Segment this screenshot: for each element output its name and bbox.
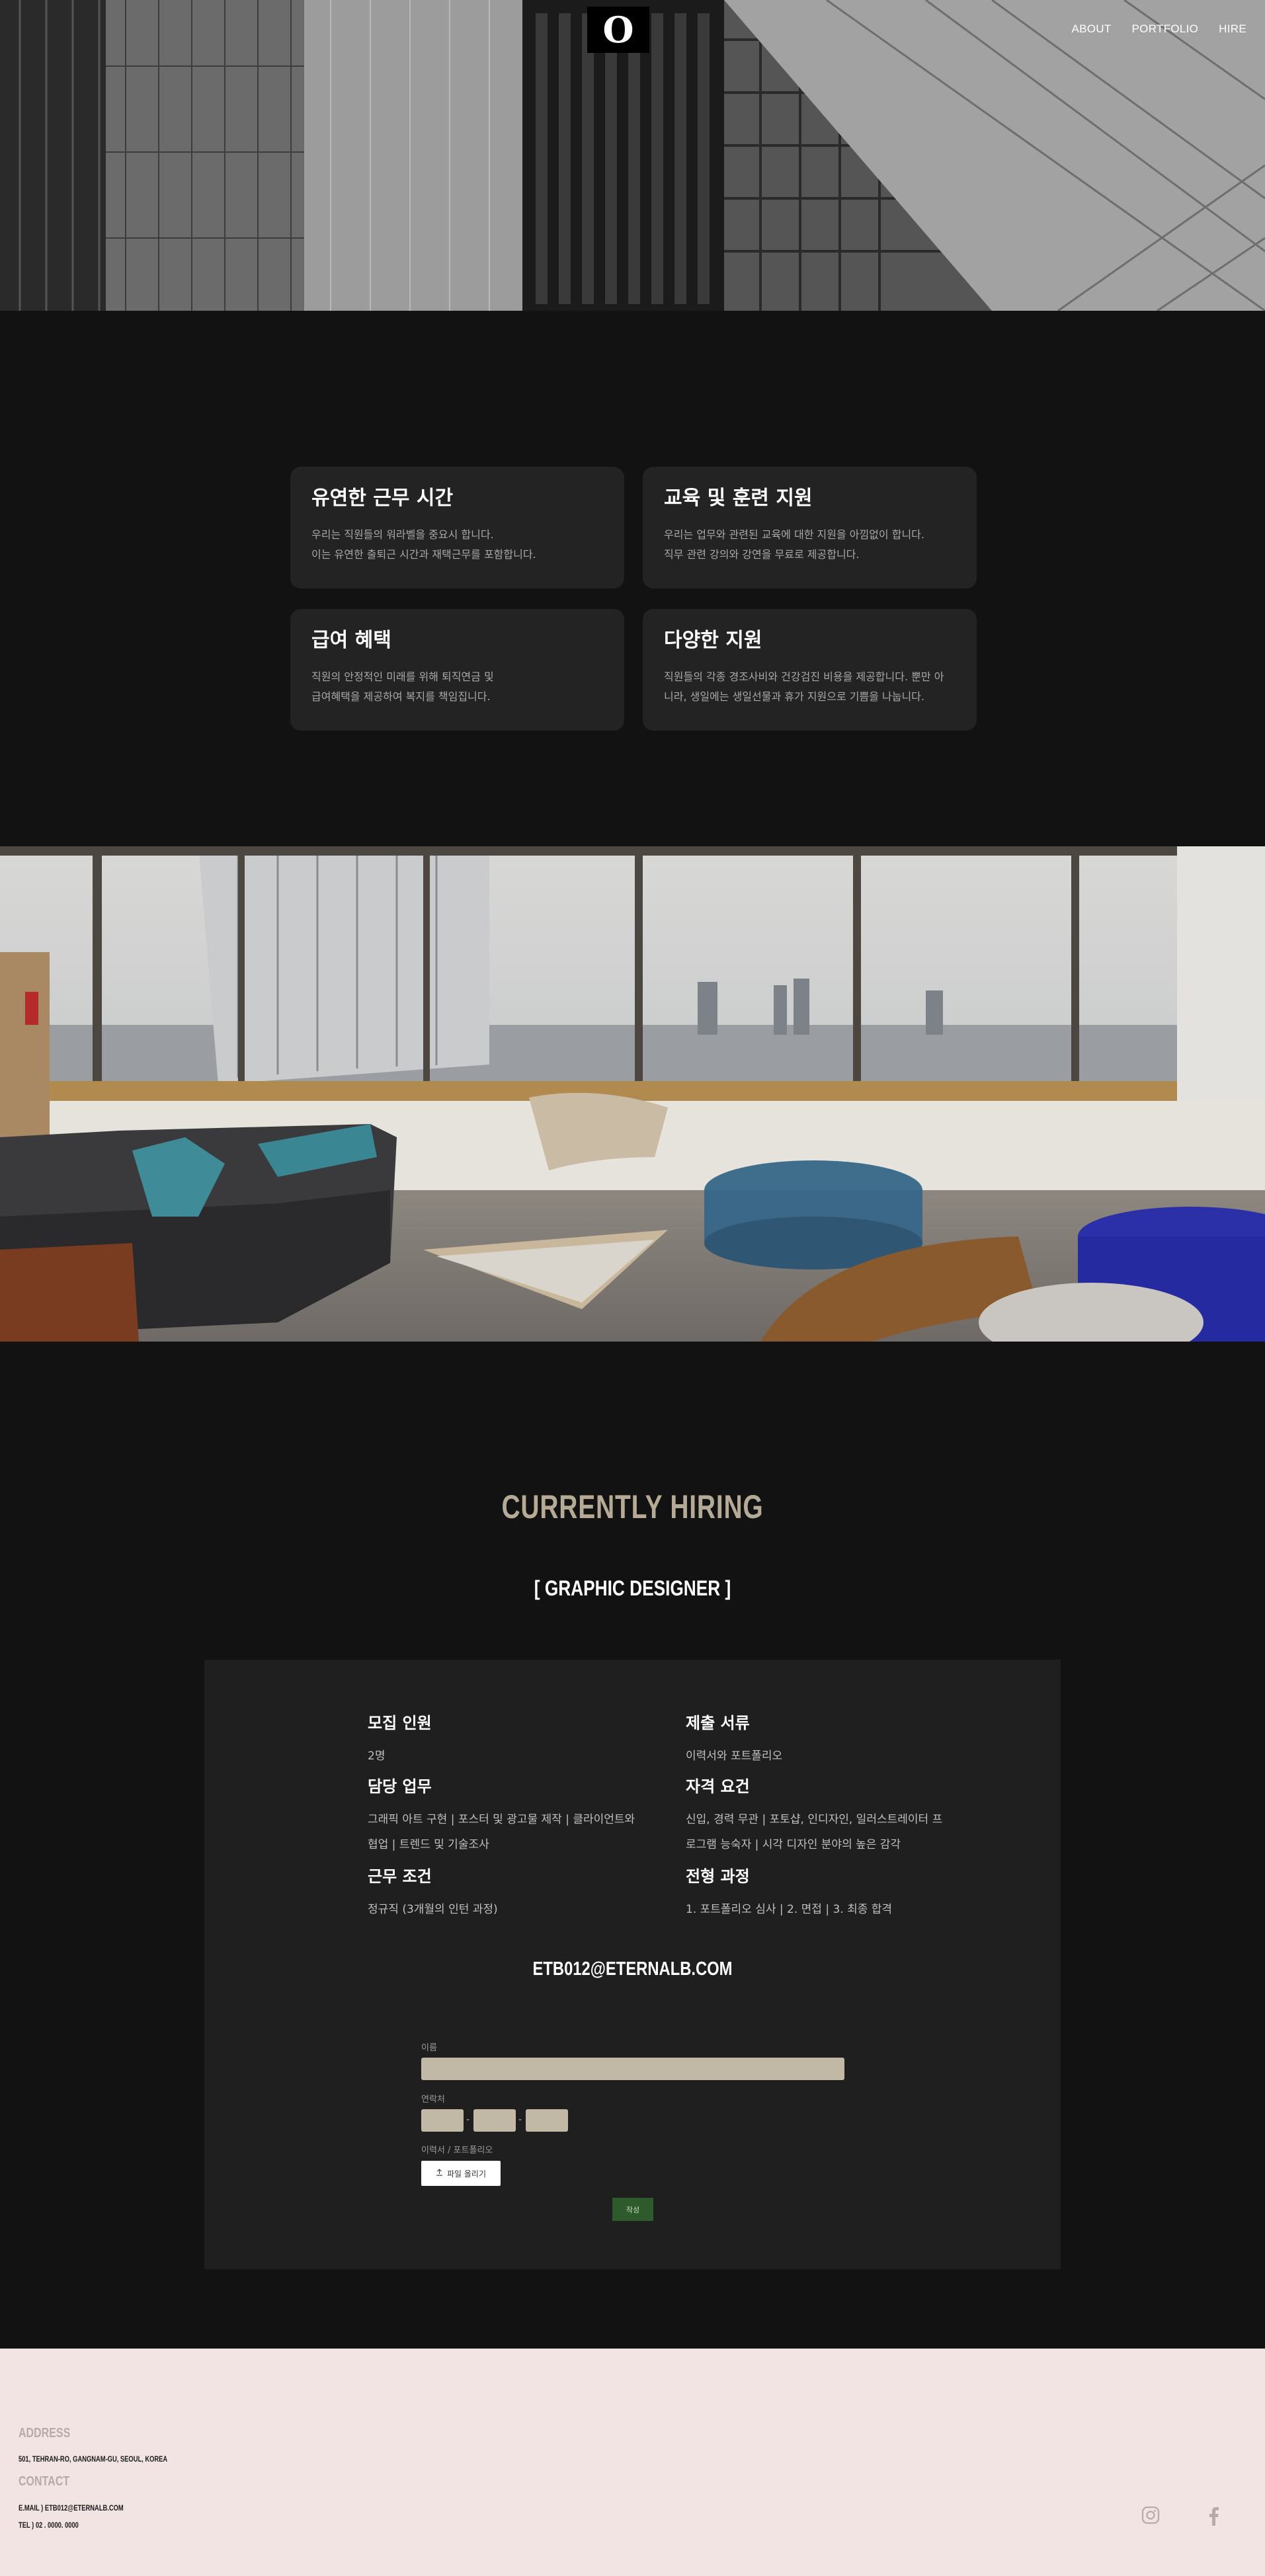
footer-email: E.MAIL ) ETB012@ETERNALB.COM — [19, 2503, 124, 2513]
benefit-card-support: 다양한 지원 직원들의 각종 경조사비와 건강검진 비용을 제공합니다. 뿐만 … — [643, 609, 977, 731]
upload-label: 파일 올리기 — [446, 2169, 486, 2179]
office-image — [0, 846, 1265, 1342]
benefit-title: 교육 및 훈련 지원 — [664, 487, 813, 510]
benefit-title: 유연한 근무 시간 — [311, 487, 454, 510]
info-title: 모집 인원 — [368, 1714, 432, 1732]
info-line: 1. 포트폴리오 심사 | 2. 면접 | 3. 최종 합격 — [686, 1903, 893, 1916]
phone-separator: - — [466, 2114, 470, 2125]
phone-input-1[interactable] — [421, 2109, 464, 2132]
footer-tel: TEL ) 02 . 0000. 0000 — [19, 2520, 79, 2530]
footer — [0, 2349, 1265, 2576]
name-label: 이름 — [421, 2043, 437, 2053]
upload-icon — [436, 2169, 443, 2178]
phone-separator: - — [518, 2114, 522, 2125]
benefit-title: 급여 혜택 — [311, 629, 391, 652]
phone-input-2[interactable] — [473, 2109, 516, 2132]
contact-heading: CONTACT — [19, 2474, 70, 2489]
info-title: 근무 조건 — [368, 1867, 432, 1886]
info-title: 담당 업무 — [368, 1777, 432, 1796]
info-line: 신입, 경력 무관 | 포토샵, 인디자인, 일러스트레이터 프 — [686, 1813, 943, 1826]
address-text: 501, TEHRAN-RO, GANGNAM-GU, SEOUL, KOREA — [19, 2454, 168, 2464]
benefit-line: 우리는 직원들의 워라벨을 중요시 합니다. — [311, 528, 494, 541]
info-process: 전형 과정 1. 포트폴리오 심사 | 2. 면접 | 3. 최종 합격 — [686, 1863, 990, 1922]
nav-about[interactable]: ABOUT — [1071, 22, 1111, 36]
file-label: 이력서 / 포트폴리오 — [421, 2146, 493, 2155]
contact-email[interactable]: ETB012@ETERNALB.COM — [114, 1958, 1151, 1980]
info-line: 이력서와 포트폴리오 — [686, 1750, 783, 1763]
info-line: 정규직 (3개월의 인턴 과정) — [368, 1903, 498, 1916]
info-recruits: 모집 인원 2명 — [368, 1710, 659, 1769]
phone-input-3[interactable] — [526, 2109, 568, 2132]
benefit-line: 직원의 안정적인 미래를 위해 퇴직연금 및 — [311, 670, 494, 683]
benefit-line: 직원들의 각종 경조사비와 건강검진 비용을 제공합니다. 뿐만 아 — [664, 670, 944, 683]
phone-label: 연락처 — [421, 2095, 445, 2105]
brand-logo[interactable]: O — [587, 7, 649, 53]
office-illustration — [0, 846, 1265, 1342]
info-duties: 담당 업무 그래픽 아트 구현 | 포스터 및 광고물 제작 | 클라이언트와 … — [368, 1773, 672, 1857]
instagram-icon[interactable] — [1141, 2506, 1160, 2527]
info-line: 로그램 능숙자 | 시각 디자인 분야의 높은 감각 — [686, 1838, 901, 1851]
benefit-line: 우리는 업무와 관련된 교육에 대한 지원을 아낌없이 합니다. — [664, 528, 924, 541]
info-line: 그래픽 아트 구현 | 포스터 및 광고물 제작 | 클라이언트와 — [368, 1813, 635, 1826]
nav-portfolio[interactable]: PORTFOLIO — [1132, 22, 1199, 36]
name-input[interactable] — [421, 2058, 844, 2080]
info-title: 제출 서류 — [686, 1714, 750, 1732]
benefit-title: 다양한 지원 — [664, 629, 762, 652]
info-line: 2명 — [368, 1750, 386, 1763]
info-documents: 제출 서류 이력서와 포트폴리오 — [686, 1710, 977, 1769]
benefit-line: 직무 관련 강의와 강연을 무료로 제공합니다. — [664, 548, 860, 561]
benefit-line: 니라, 생일에는 생일선물과 휴가 지원으로 기쁨을 나눕니다. — [664, 690, 924, 703]
benefit-line: 급여혜택을 제공하여 복지를 책임집니다. — [311, 690, 491, 703]
address-heading: ADDRESS — [19, 2426, 71, 2440]
benefit-line: 이는 유연한 출퇴근 시간과 재택근무를 포함합니다. — [311, 548, 536, 561]
submit-button[interactable]: 작성 — [612, 2198, 653, 2221]
info-qualifications: 자격 요건 신입, 경력 무관 | 포토샵, 인디자인, 일러스트레이터 프 로… — [686, 1773, 990, 1857]
role-title: [ GRAPHIC DESIGNER ] — [534, 1576, 731, 1600]
hero-image: O ABOUT PORTFOLIO HIRE — [0, 0, 1265, 311]
nav-hire[interactable]: HIRE — [1219, 22, 1246, 36]
info-title: 전형 과정 — [686, 1867, 750, 1886]
facebook-icon[interactable] — [1209, 2506, 1219, 2528]
benefit-card-flexible-hours: 유연한 근무 시간 우리는 직원들의 워라벨을 중요시 합니다. 이는 유연한 … — [290, 467, 624, 588]
hiring-title: CURRENTLY HIRING — [501, 1488, 764, 1525]
info-line: 협업 | 트렌드 및 기술조사 — [368, 1838, 489, 1851]
benefit-card-salary: 급여 혜택 직원의 안정적인 미래를 위해 퇴직연금 및 급여혜택을 제공하여 … — [290, 609, 624, 731]
info-conditions: 근무 조건 정규직 (3개월의 인턴 과정) — [368, 1863, 659, 1922]
upload-button[interactable]: 파일 올리기 — [421, 2161, 501, 2186]
benefit-card-training: 교육 및 훈련 지원 우리는 업무와 관련된 교육에 대한 지원을 아낌없이 합… — [643, 467, 977, 588]
main-nav: ABOUT PORTFOLIO HIRE — [1071, 22, 1246, 36]
logo-letter: O — [602, 9, 634, 51]
info-title: 자격 요건 — [686, 1777, 750, 1796]
